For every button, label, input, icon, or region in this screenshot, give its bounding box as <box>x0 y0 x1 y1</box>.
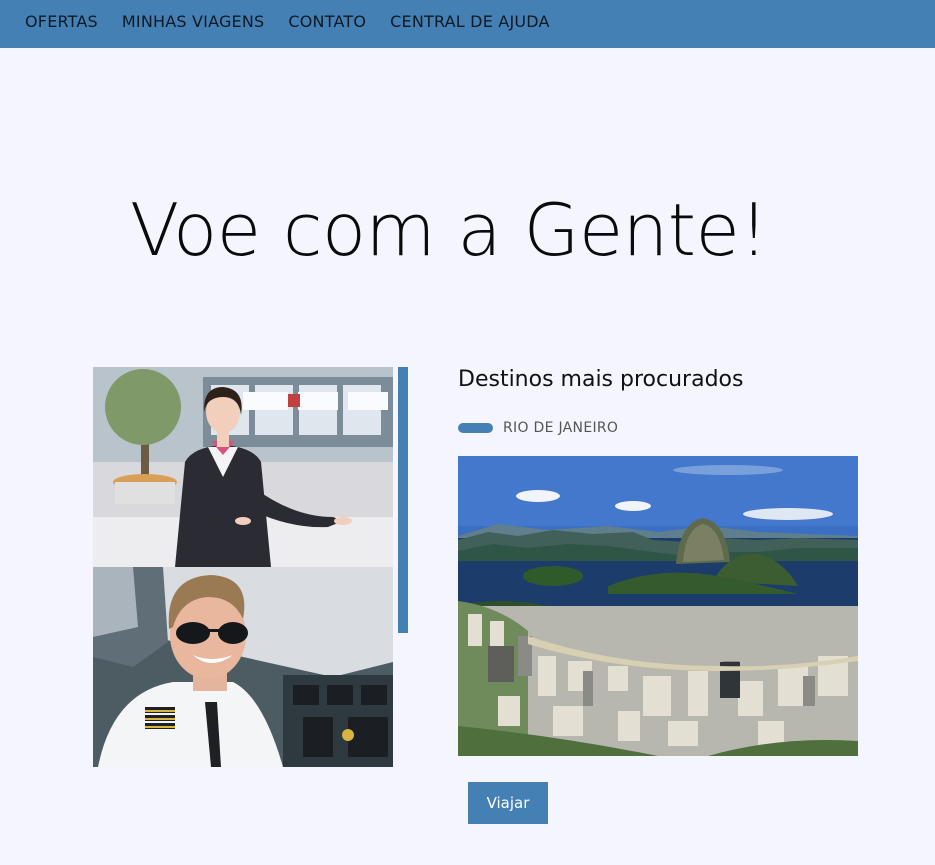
accent-bar <box>398 367 408 633</box>
destinations-title: Destinos mais procurados <box>458 367 744 392</box>
nav-link-central-de-ajuda[interactable]: CENTRAL DE AJUDA <box>390 0 550 48</box>
hero-title: Voe com a Gente! <box>130 188 768 272</box>
nav-link-contato[interactable]: CONTATO <box>288 0 366 48</box>
nav-link-minhas-viagens[interactable]: MINHAS VIAGENS <box>122 0 264 48</box>
nav-link-ofertas[interactable]: OFERTAS <box>25 0 98 48</box>
destination-name: RIO DE JANEIRO <box>503 420 619 436</box>
flight-attendant-photo <box>93 367 393 567</box>
carousel-indicator[interactable] <box>458 423 493 433</box>
pilot-photo <box>93 567 393 767</box>
top-nav: OFERTAS MINHAS VIAGENS CONTATO CENTRAL D… <box>0 0 935 48</box>
destination-indicator: RIO DE JANEIRO <box>458 420 618 436</box>
travel-button[interactable]: Viajar <box>468 782 548 824</box>
rio-de-janeiro-photo <box>458 456 858 756</box>
